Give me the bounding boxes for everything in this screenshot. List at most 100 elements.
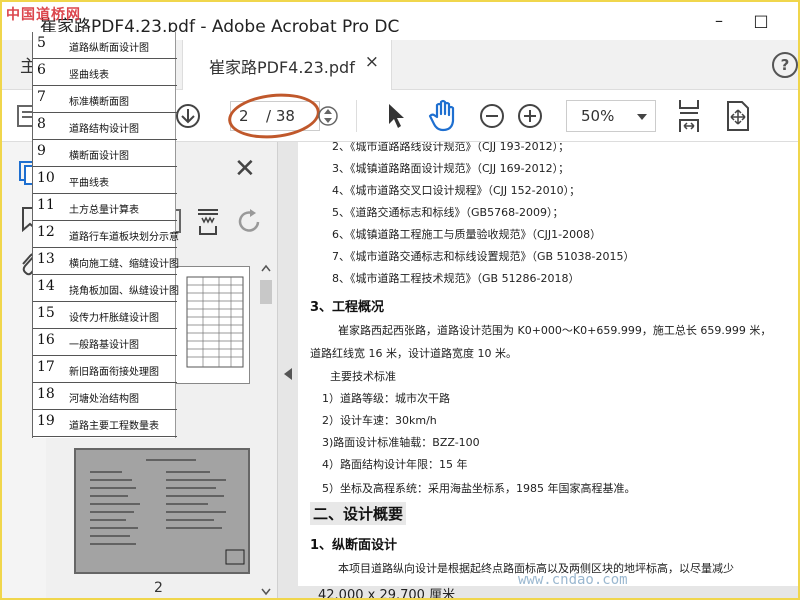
- page-thumbnail-2[interactable]: [74, 448, 250, 574]
- hand-tool-icon[interactable]: [428, 99, 460, 133]
- list-item: 12 道路行车道板块划分示意: [33, 221, 179, 248]
- list-item-number: 16: [37, 332, 55, 348]
- list-item-number: 9: [37, 143, 46, 159]
- list-item-name: 竖曲线表: [69, 70, 109, 81]
- list-item-number: 5: [37, 35, 46, 51]
- toolbar-divider: [356, 100, 357, 132]
- ref-item: 3、《城镇道路路面设计规范》（CJJ 169-2012）；: [332, 162, 570, 175]
- read-mode-icon[interactable]: [724, 100, 752, 132]
- zoom-value: 50%: [581, 107, 615, 125]
- highlight-oval: [225, 89, 323, 143]
- thumbnails-scrollbar[interactable]: [258, 262, 274, 598]
- status-bar: 42.000 x 29.700 厘米: [298, 586, 798, 600]
- tech-item: 5）坐标及高程系统：采用海盐坐标系，1985 年国家高程基准。: [322, 482, 636, 495]
- list-item: 14 挠角板加固、纵缝设计图: [33, 275, 179, 302]
- list-item-name: 设传力杆胀缝设计图: [69, 313, 159, 324]
- list-item-number: 11: [37, 197, 55, 213]
- list-item-number: 14: [37, 278, 55, 294]
- list-item-name: 标准横断面图: [69, 97, 129, 108]
- section-heading: 3、工程概况: [310, 300, 385, 315]
- list-item: 6 竖曲线表: [33, 59, 177, 86]
- list-item-number: 10: [37, 170, 55, 186]
- paragraph-line: 道路红线宽 16 米，设计道路宽度 10 米。: [310, 347, 517, 360]
- list-item-name: 道路主要工程数量表: [69, 421, 159, 432]
- tab-close-icon[interactable]: ×: [365, 52, 379, 72]
- close-icon[interactable]: ✕: [234, 154, 256, 184]
- list-item: 9 横断面设计图: [33, 140, 177, 167]
- list-item: 17 新旧路面衔接处理图: [33, 356, 177, 383]
- list-item-name: 道路纵断面设计图: [69, 43, 149, 54]
- ref-item: 5、《道路交通标志和标线》（GB5768-2009）；: [332, 206, 564, 219]
- watermark-url: www.cndao.com: [518, 572, 628, 588]
- list-item-name: 河塘处治结构图: [69, 394, 139, 405]
- list-item: 10 平曲线表: [33, 167, 177, 194]
- list-item: 8 道路结构设计图: [33, 113, 177, 140]
- list-item: 15 设传力杆胀缝设计图: [33, 302, 177, 329]
- list-item-name: 道路结构设计图: [69, 124, 139, 135]
- ref-item: 8、《城市道路工程技术规范》（GB 51286-2018）: [332, 272, 580, 285]
- select-tool-icon[interactable]: [386, 102, 406, 130]
- ref-item: 4、《城市道路交叉口设计规程》（CJJ 152-2010）；: [332, 184, 581, 197]
- drawing-list-overlay: 5 道路纵断面设计图 6 竖曲线表 7 标准横断面图 8 道路结构设计图 9 横断面设计图 10 平曲…: [32, 32, 179, 438]
- document-page: 2、《城市道路路线设计规范》（CJJ 193-2012）； 3、《城镇道路路面设…: [298, 142, 798, 586]
- list-item: 19 道路主要工程数量表: [33, 410, 177, 437]
- page-stepper-icon[interactable]: [318, 103, 338, 129]
- ref-item: 6、《城镇道路工程施工与质量验收规范》（CJJ1-2008）: [332, 228, 602, 241]
- list-item-number: 7: [37, 89, 46, 105]
- tech-item: 2）设计车速：30km/h: [322, 414, 437, 427]
- next-page-icon[interactable]: [174, 102, 202, 130]
- list-item: 7 标准横断面图: [33, 86, 177, 113]
- list-item-number: 19: [37, 413, 55, 429]
- collapse-pane-icon[interactable]: [284, 368, 292, 380]
- list-item-name: 土方总量计算表: [69, 205, 139, 216]
- maximize-button[interactable]: □: [746, 8, 776, 34]
- list-item: 5 道路纵断面设计图: [33, 32, 177, 59]
- zoom-in-icon[interactable]: [516, 102, 544, 130]
- list-item-number: 8: [37, 116, 46, 132]
- list-item-name: 横断面设计图: [69, 151, 129, 162]
- list-item-name: 新旧路面衔接处理图: [69, 367, 159, 378]
- document-area: 2、《城市道路路线设计规范》（CJJ 193-2012）； 3、《城镇道路路面设…: [278, 142, 798, 600]
- page-size-readout: 42.000 x 29.700 厘米: [318, 588, 456, 600]
- scroll-down-icon[interactable]: [261, 588, 271, 596]
- tab-document[interactable]: 崔家路PDF4.23.pdf ×: [182, 40, 392, 90]
- tech-item: 1）道路等级：城市次干路: [322, 392, 450, 405]
- list-item-number: 6: [37, 62, 46, 78]
- minimize-button[interactable]: –: [704, 8, 734, 34]
- zoom-select[interactable]: 50%: [566, 100, 656, 132]
- list-item-name: 挠角板加固、纵缝设计图: [69, 286, 179, 297]
- watermark-logo: 中国道桥网: [6, 7, 81, 23]
- chapter-heading: 二、设计概要: [310, 502, 407, 525]
- fit-page-icon[interactable]: [674, 98, 704, 134]
- paragraph-line: 崔家路西起西张路，道路设计范围为 K0+000～K0+659.999，施工总长 …: [338, 324, 772, 337]
- list-item: 13 横向施工缝、缩缝设计图: [33, 248, 179, 275]
- tech-item: 4）路面结构设计年限：15 年: [322, 458, 468, 471]
- thumbnail-page-label: 2: [154, 580, 163, 596]
- list-item-name: 平曲线表: [69, 178, 109, 189]
- list-item-number: 15: [37, 305, 55, 321]
- ref-item: 7、《城市道路交通标志和标线设置规范》（GB 51038-2015）: [332, 250, 635, 263]
- list-item-number: 13: [37, 251, 55, 267]
- list-item-number: 18: [37, 386, 55, 402]
- list-item-number: 12: [37, 224, 55, 240]
- list-item-name: 一般路基设计图: [69, 340, 139, 351]
- tab-document-title: 崔家路PDF4.23.pdf: [209, 58, 355, 77]
- thumbnail-text-preview: [76, 450, 248, 572]
- rotate-icon[interactable]: [236, 208, 264, 236]
- section-heading: 1、纵断面设计: [310, 538, 398, 553]
- scroll-up-icon[interactable]: [261, 264, 271, 272]
- list-item-number: 17: [37, 359, 55, 375]
- list-item: 18 河塘处治结构图: [33, 383, 177, 410]
- list-item-name: 道路行车道板块划分示意: [69, 232, 179, 243]
- scrollbar-thumb[interactable]: [260, 280, 272, 304]
- list-item: 11 土方总量计算表: [33, 194, 177, 221]
- chevron-down-icon[interactable]: [637, 114, 647, 120]
- insert-page-icon[interactable]: [196, 206, 222, 236]
- subheading: 主要技术标准: [330, 370, 396, 383]
- help-icon[interactable]: ?: [772, 52, 798, 78]
- app-window: 崔家路PDF4.23.pdf - Adobe Acrobat Pro DC – …: [0, 0, 800, 600]
- zoom-out-icon[interactable]: [478, 102, 506, 130]
- list-item: 16 一般路基设计图: [33, 329, 177, 356]
- ref-item: 2、《城市道路路线设计规范》（CJJ 193-2012）；: [332, 142, 570, 153]
- tech-item: 3)路面设计标准轴载：BZZ-100: [322, 436, 480, 449]
